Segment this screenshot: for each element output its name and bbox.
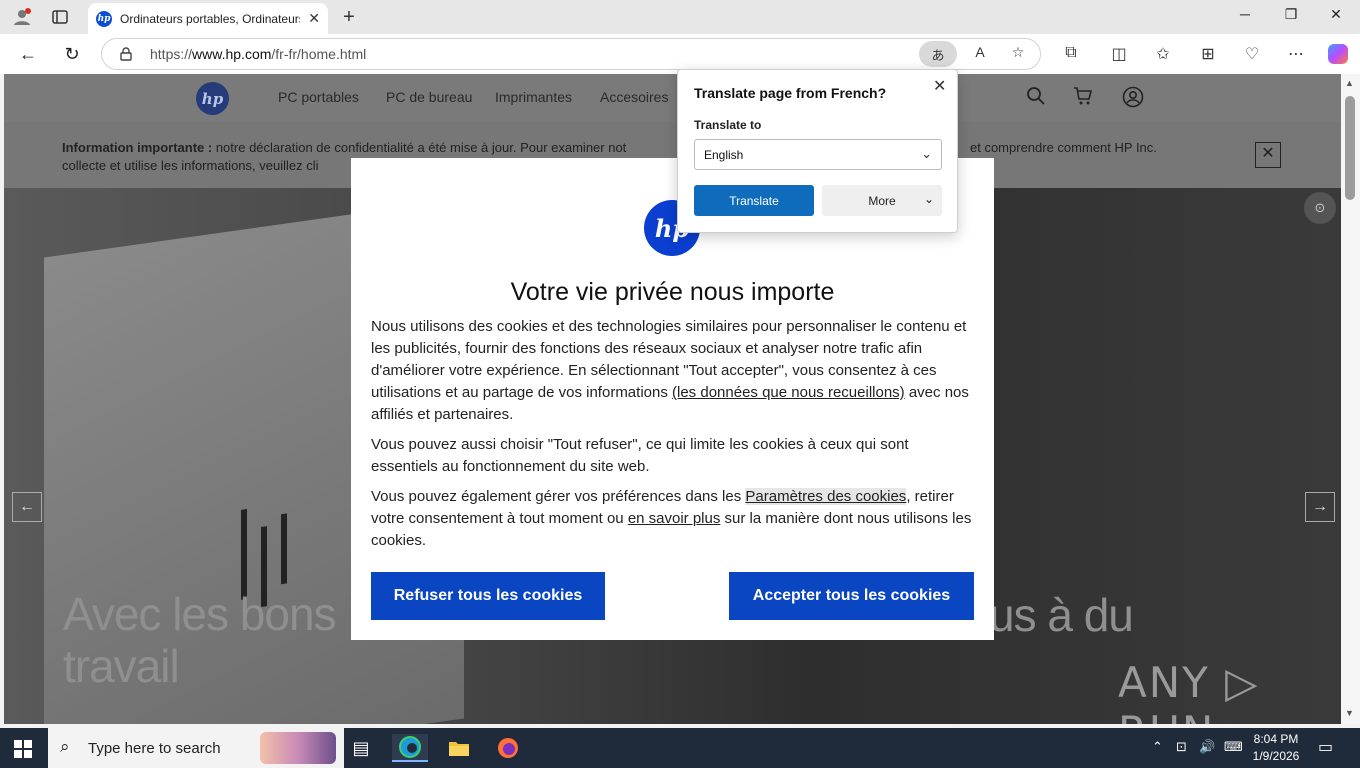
network-icon[interactable]: ⊡ bbox=[1176, 739, 1187, 755]
hp-site-nav: hp PC portables PC de bureau Imprimantes… bbox=[4, 74, 1341, 122]
search-icon: ⌕ bbox=[60, 737, 70, 756]
anyrun-watermark: ANY ▷ RUN bbox=[1118, 658, 1260, 724]
tab-title: Ordinateurs portables, Ordinateurs bbox=[120, 11, 300, 26]
info-banner-bold: Information importante : bbox=[62, 140, 213, 155]
cookie-settings-link[interactable]: Paramètres des cookies bbox=[745, 488, 907, 505]
chevron-down-icon: ⌄ bbox=[921, 146, 932, 161]
more-button[interactable]: More ⌄ bbox=[822, 185, 942, 216]
scroll-down-icon[interactable]: ▼ bbox=[1345, 708, 1354, 718]
modal-title: Votre vie privée nous importe bbox=[510, 278, 835, 306]
read-aloud-icon[interactable]: A bbox=[970, 44, 990, 64]
hero-headline: Avec les bons travail bbox=[63, 588, 337, 692]
url-prefix: https:// bbox=[150, 46, 193, 62]
close-window-icon[interactable]: ✕ bbox=[1325, 6, 1347, 23]
refresh-icon[interactable]: ↻ bbox=[59, 42, 85, 66]
accept-all-cookies-button[interactable]: Accepter tous les cookies bbox=[729, 572, 974, 620]
translate-button[interactable]: Translate bbox=[694, 185, 814, 216]
tab-bar: hp Ordinateurs portables, Ordinateurs ✕ … bbox=[0, 0, 1360, 34]
nav-accesoires[interactable]: Accesoires bbox=[600, 89, 668, 105]
clock-time: 8:04 PM bbox=[1253, 732, 1299, 746]
carousel-next-button[interactable]: → bbox=[1305, 492, 1335, 522]
carousel-prev-button[interactable]: ← bbox=[12, 492, 42, 522]
restore-icon[interactable]: ❐ bbox=[1280, 6, 1302, 23]
more-button-label: More bbox=[868, 193, 896, 208]
translate-to-label: Translate to bbox=[694, 118, 762, 132]
nav-imprimantes[interactable]: Imprimantes bbox=[495, 89, 572, 105]
volume-icon[interactable]: 🔊 bbox=[1199, 739, 1215, 755]
lock-icon[interactable] bbox=[120, 47, 134, 61]
file-explorer-icon[interactable] bbox=[441, 734, 477, 762]
translate-icon[interactable]: あ bbox=[919, 41, 957, 67]
modal-paragraph-3: Vous pouvez également gérer vos préféren… bbox=[371, 486, 976, 552]
account-icon[interactable] bbox=[1121, 86, 1145, 110]
scroll-up-icon[interactable]: ▲ bbox=[1345, 78, 1354, 88]
minimize-icon[interactable]: ─ bbox=[1234, 6, 1256, 22]
data-collected-link[interactable]: (les données que nous recueillons) bbox=[672, 384, 905, 401]
url-path: /fr-fr/home.html bbox=[271, 46, 367, 62]
modal-paragraph-1: Nous utilisons des cookies et des techno… bbox=[371, 316, 976, 426]
favorites-icon[interactable]: ✩ bbox=[1151, 44, 1175, 66]
split-screen-icon[interactable]: ◫ bbox=[1107, 44, 1131, 66]
windows-start-icon[interactable] bbox=[14, 740, 32, 758]
task-view-icon[interactable]: ▤ bbox=[343, 734, 379, 762]
back-icon[interactable]: ← bbox=[15, 42, 41, 66]
hero-headline-right: us à du bbox=[989, 589, 1134, 641]
more-options-icon[interactable]: ⋯ bbox=[1284, 44, 1308, 66]
language-select[interactable]: English ⌄ bbox=[694, 139, 942, 170]
taskbar-search[interactable]: ⌕ Type here to search bbox=[48, 728, 344, 768]
hp-logo[interactable]: hp bbox=[196, 82, 229, 115]
info-banner-line2: collecte et utilise les informations, ve… bbox=[62, 158, 319, 173]
nav-pc-portables[interactable]: PC portables bbox=[278, 89, 359, 105]
windows-taskbar: ⌕ Type here to search ▤ ⌃ ⊡ 🔊 ⌨ 8:04 PM … bbox=[0, 728, 1360, 768]
visual-search-icon[interactable]: ⊙ bbox=[1304, 192, 1336, 224]
modal-paragraph-2: Vous pouvez aussi choisir "Tout refuser"… bbox=[371, 436, 909, 475]
clock-date: 1/9/2026 bbox=[1252, 749, 1300, 763]
new-tab-icon[interactable]: + bbox=[336, 5, 362, 29]
selected-language: English bbox=[704, 148, 744, 162]
translate-close-icon[interactable]: ✕ bbox=[933, 76, 946, 96]
taskbar-search-placeholder: Type here to search bbox=[88, 740, 221, 757]
search-icon[interactable] bbox=[1024, 86, 1048, 110]
copilot-icon[interactable] bbox=[1328, 44, 1348, 64]
hp-favicon: hp bbox=[96, 10, 112, 27]
info-banner-text-1: notre déclaration de confidentialité a é… bbox=[212, 140, 627, 155]
search-highlight-image bbox=[260, 732, 336, 764]
cart-icon[interactable] bbox=[1071, 86, 1095, 110]
input-language-icon[interactable]: ⌨ bbox=[1224, 739, 1243, 755]
reject-all-cookies-button[interactable]: Refuser tous les cookies bbox=[371, 572, 605, 620]
translate-popup: Translate page from French? ✕ Translate … bbox=[677, 69, 958, 233]
chevron-down-icon: ⌄ bbox=[923, 192, 934, 206]
notifications-icon[interactable]: ▭ bbox=[1318, 737, 1333, 757]
taskbar-clock[interactable]: 8:04 PM 1/9/2026 bbox=[1250, 731, 1302, 765]
tray-chevron-up-icon[interactable]: ⌃ bbox=[1152, 739, 1163, 755]
browser-essentials-icon[interactable]: ♡ bbox=[1240, 44, 1264, 66]
favorite-star-icon[interactable]: ☆ bbox=[1008, 44, 1028, 64]
hero-headline-line2: travail bbox=[63, 640, 180, 692]
info-banner-close-button[interactable]: ✕ bbox=[1255, 142, 1281, 168]
url-domain: www.hp.com bbox=[192, 46, 272, 62]
info-banner-text-right: et comprendre comment HP Inc. bbox=[970, 140, 1157, 155]
close-tab-icon[interactable]: ✕ bbox=[308, 10, 320, 27]
translate-popup-title: Translate page from French? bbox=[694, 85, 887, 101]
browser-toolbar: ← ↻ https://www.hp.com/fr-fr/home.html あ… bbox=[0, 34, 1360, 74]
url-text[interactable]: https://www.hp.com/fr-fr/home.html bbox=[150, 46, 366, 62]
nav-pc-de-bureau[interactable]: PC de bureau bbox=[386, 89, 472, 105]
address-bar[interactable]: https://www.hp.com/fr-fr/home.html あ A ☆ bbox=[101, 38, 1041, 70]
extensions-icon[interactable]: ⧉ bbox=[1059, 44, 1083, 66]
scroll-thumb[interactable] bbox=[1345, 96, 1355, 200]
tab-hp-home[interactable]: hp Ordinateurs portables, Ordinateurs ✕ bbox=[88, 3, 328, 34]
vertical-scrollbar[interactable]: ▲ ▼ bbox=[1341, 74, 1360, 724]
edge-taskbar-icon[interactable] bbox=[392, 734, 428, 762]
profile-icon[interactable] bbox=[9, 5, 35, 29]
tab-actions-icon[interactable] bbox=[47, 5, 73, 29]
learn-more-link[interactable]: en savoir plus bbox=[628, 510, 721, 527]
firefox-icon[interactable] bbox=[490, 734, 526, 762]
collections-icon[interactable]: ⊞ bbox=[1196, 44, 1220, 66]
p3-text-a: Vous pouvez également gérer vos préféren… bbox=[371, 488, 746, 505]
hero-headline-line1: Avec les bons bbox=[63, 588, 337, 640]
